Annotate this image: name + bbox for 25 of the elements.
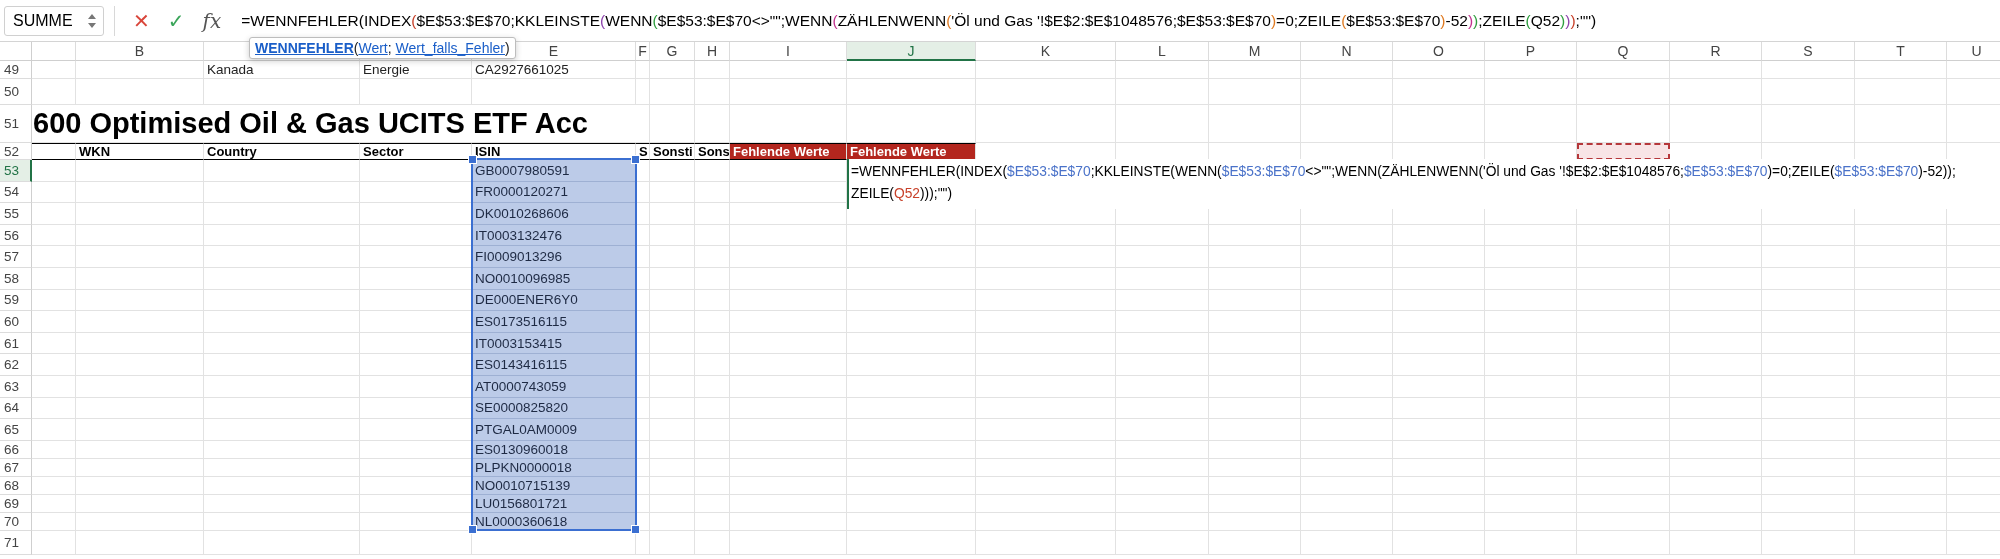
table-cell: FI0009013296 [472,246,636,268]
table-cell: CA2927661025 [472,61,636,79]
tooltip-text: ( [353,40,359,56]
header-cell: Sonsti [650,143,695,160]
header-cell: Sector [360,143,472,160]
table-cell: NO0010096985 [472,267,636,290]
table-cell: IT0003153415 [472,332,636,355]
table-cell: FR0000120271 [472,181,636,204]
table-cell: ES0173516115 [472,311,636,333]
tooltip-text: ) [505,40,510,56]
table-cell: GB0007980591 [472,160,636,182]
tooltip-text: ; [387,40,393,56]
table-cell: PTGAL0AM0009 [472,419,636,441]
header-cell: Fehlende Werte [730,143,847,160]
header-cell: Country [204,143,360,160]
table-cell: Kanada [204,61,360,79]
table-cell: Energie [360,61,472,79]
table-cell: DE000ENER6Y0 [472,289,636,312]
table-cell: IT0003132476 [472,224,636,247]
table-cell: DK0010268606 [472,203,636,225]
table-cell: ES0143416115 [472,354,636,376]
sheet-title: 600 Optimised Oil & Gas UCITS ETF Acc [32,105,636,143]
table-cell: AT0000743059 [472,375,636,398]
header-cell: WKN [76,143,204,160]
table-cell: SE0000825820 [472,397,636,420]
